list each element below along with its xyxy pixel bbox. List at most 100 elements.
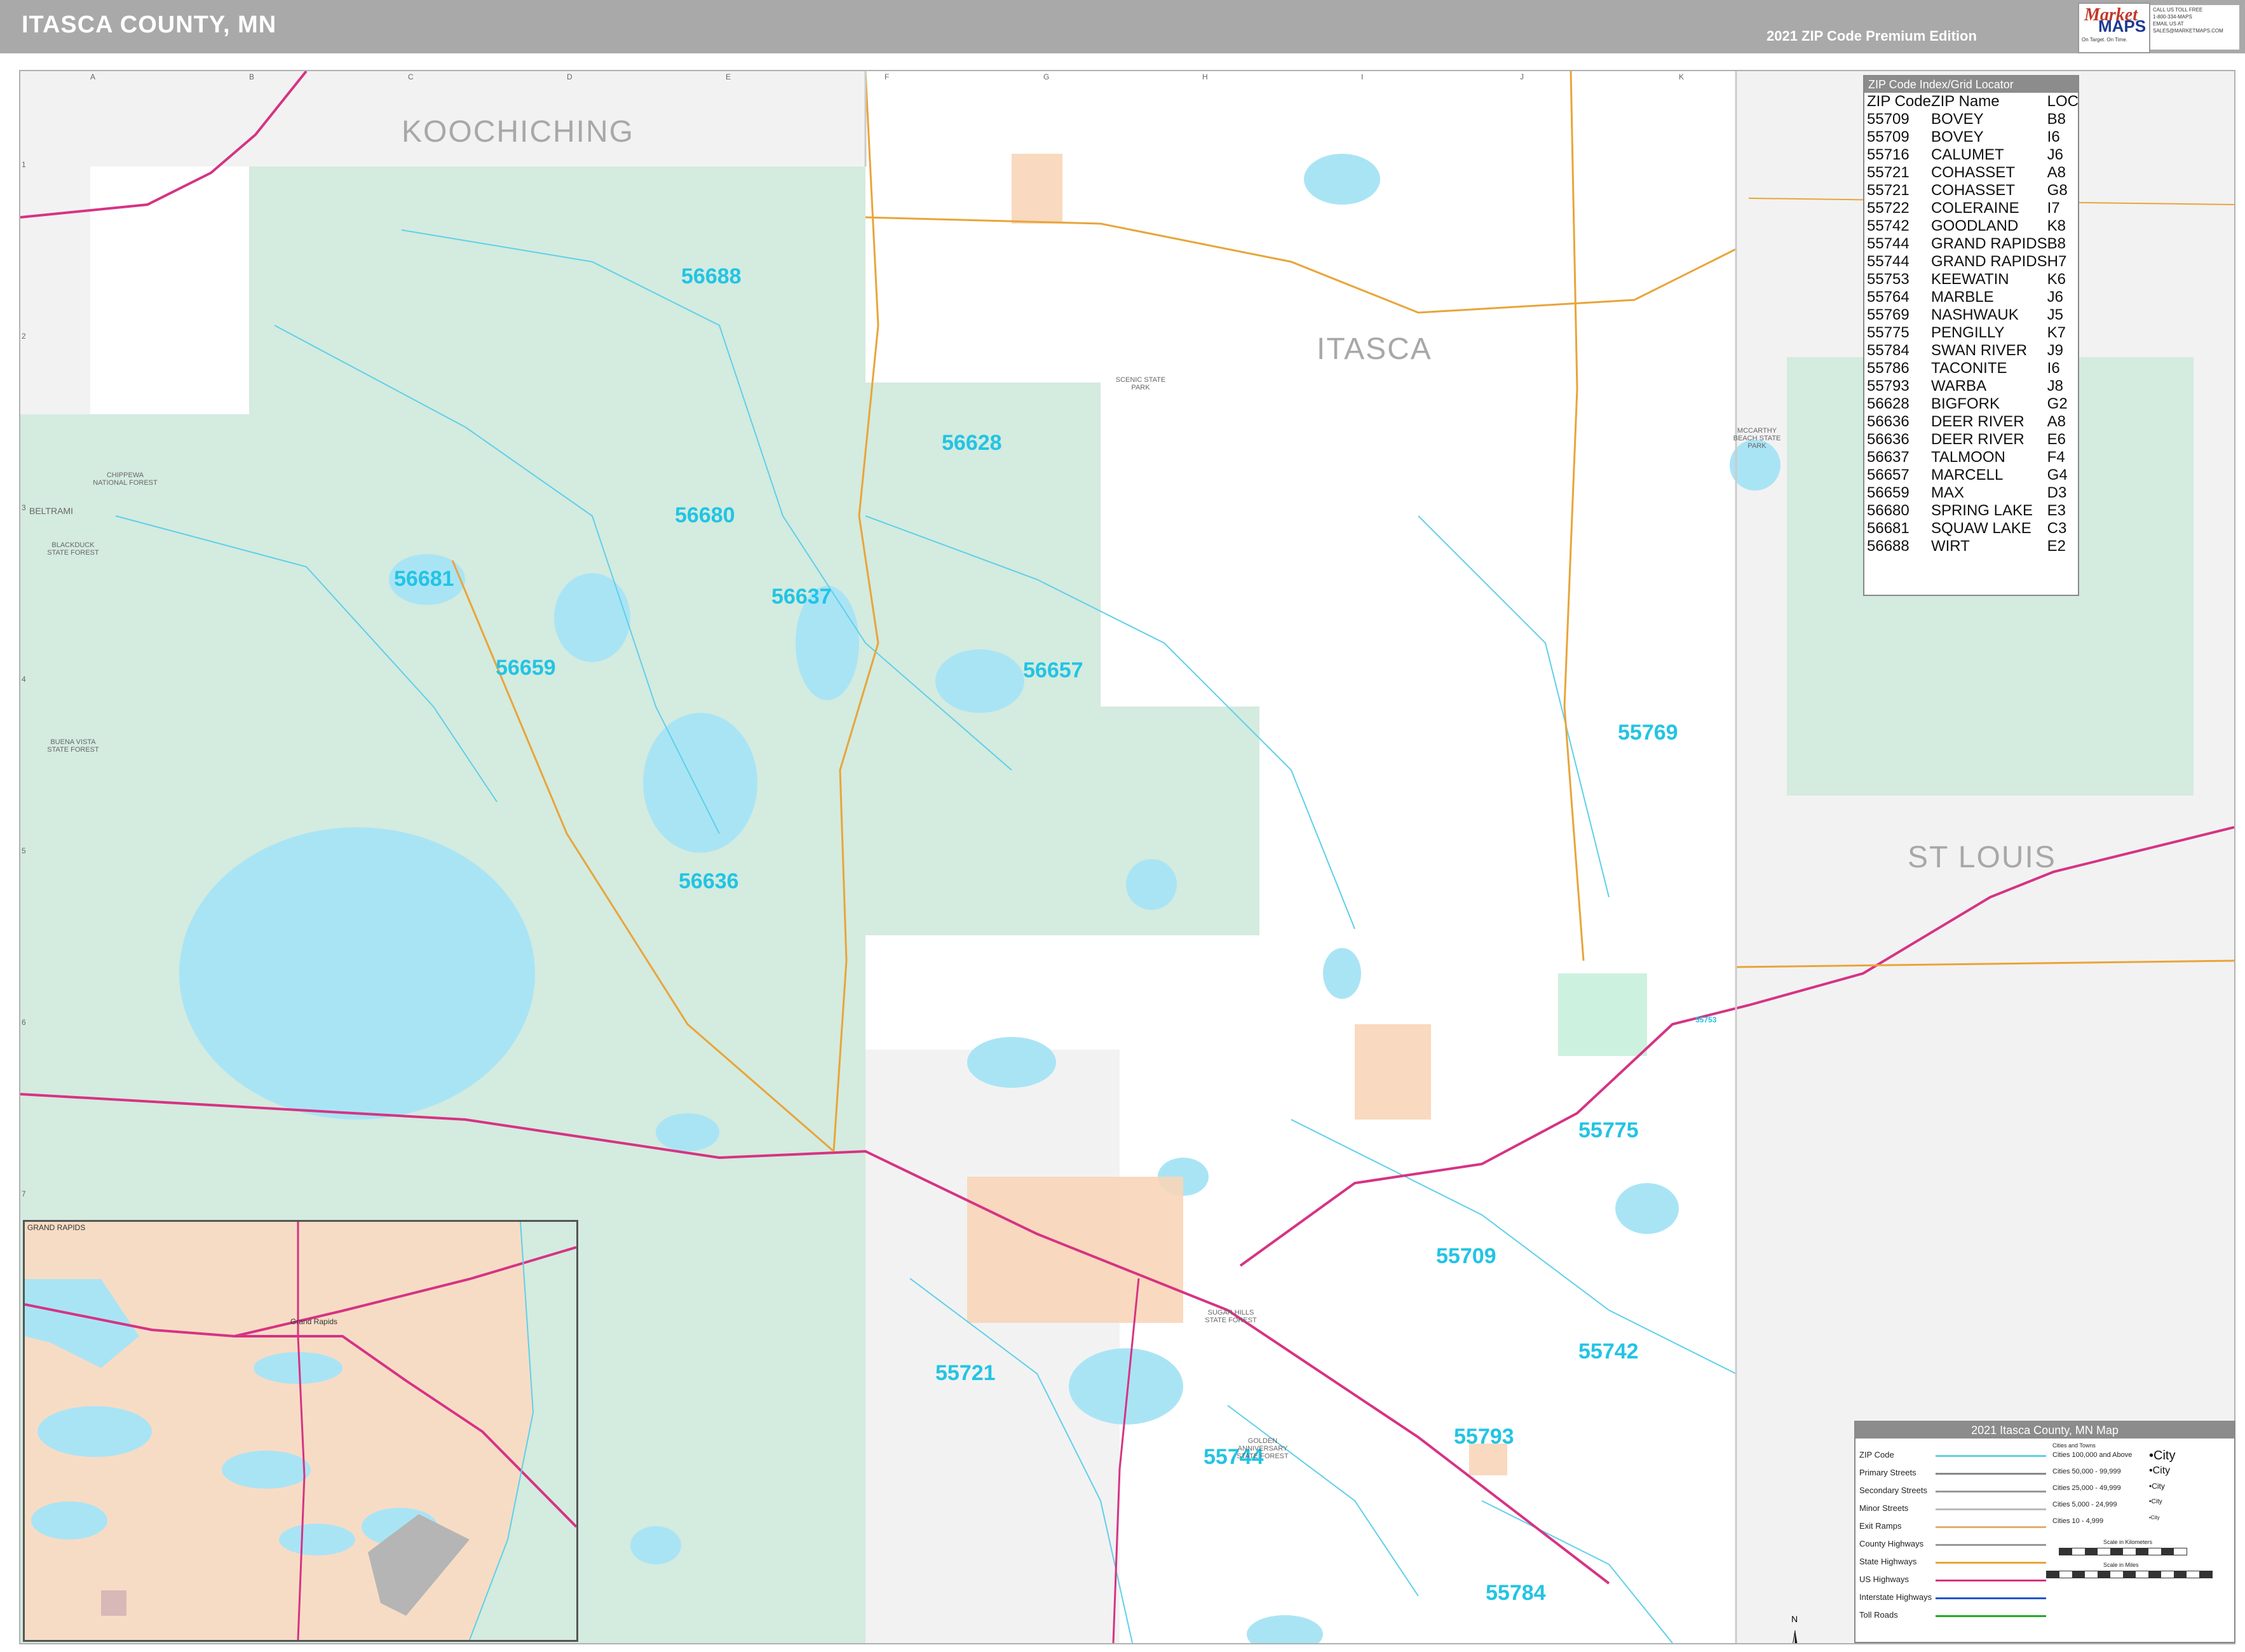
zip-label: 56636 [679,869,739,893]
zip-index-row: 56657 MARCELL G4 [1867,466,2079,484]
zip-index-row: 55709 BOVEY B8 [1867,111,2079,128]
loc-cell: G8 [2047,182,2068,199]
loc-cell: I7 [2047,200,2060,217]
loc-cell: A8 [2047,413,2066,430]
grid-letter: G [1043,72,1050,81]
inset-svg [25,1222,576,1640]
zip-code-cell: 55769 [1867,306,1909,323]
loc-cell: I6 [2047,128,2060,146]
zip-label: 55742 [1578,1339,1639,1364]
lake-dixon [935,649,1024,713]
legend-panel: 2021 Itasca County, MN Map ZIP Code Prima… [1854,1421,2235,1643]
lake-ball-club [656,1113,719,1151]
inset-lake-7 [279,1524,355,1555]
zip-index-row: 55742 GOODLAND K8 [1867,217,2079,235]
zip-name-cell: TALMOON [1930,449,2005,466]
loc-cell: B8 [2047,111,2066,128]
zip-code-cell: 55709 [1867,128,1909,146]
lake-trout [967,1037,1056,1088]
legend-line-swatch [1936,1562,2046,1564]
zip-label: 56637 [771,585,832,609]
legend-item-label: ZIP Code [1859,1450,1894,1459]
loc-cell: D3 [2047,484,2067,501]
zip-index-row: 56659 MAX D3 [1867,484,2079,502]
inset-town-label: Grand Rapids [290,1317,338,1326]
zip-name-cell: SWAN RIVER [1930,342,2028,359]
zip-label: 55769 [1618,721,1678,745]
zip-index-row: 56680 SPRING LAKE E3 [1867,502,2079,520]
lake-small-1 [1126,859,1177,910]
zip-index-row: 55764 MARBLE J6 [1867,288,2079,306]
loc-cell: I6 [2047,360,2060,377]
lake-inset-adj [630,1526,681,1564]
legend-city-symbol: •City [2149,1465,2171,1476]
inset-highway-38 [297,1222,306,1640]
zip-name-cell: KEEWATIN [1930,271,2009,288]
zip-code-cell: 55721 [1867,182,1909,199]
grid-letter: I [1361,72,1364,81]
loc-cell: J5 [2047,306,2064,323]
grid-number: 5 [22,846,26,855]
zip-name-cell: PENGILLY [1930,324,2005,341]
loc-cell: B8 [2047,235,2066,252]
scale-km-label: Scale in Kilometers [2103,1539,2153,1545]
zip-code-cell: 55786 [1867,360,1909,377]
zip-index-row: 55744 GRAND RAPIDS B8 [1867,235,2079,253]
zip-name-cell: NASHWAUK [1930,306,2019,323]
zip-code-cell: 55753 [1867,271,1909,288]
header-cell: LOC [2047,93,2079,110]
zip-code-cell: 55744 [1867,235,1909,252]
grid-letter: D [567,72,573,81]
zip-label: 55784 [1486,1581,1546,1605]
forest-label: BLACKDUCK STATE FOREST [47,541,99,557]
zip-index-table: ZIP Code ZIP Name LOC 55709 BOVEY B8 55709 B… [1867,93,2079,555]
zip-name-cell: TACONITE [1930,360,2007,377]
inset-lake-3 [37,1406,152,1457]
contact-line: SALES@MARKETMAPS.COM [2153,28,2223,34]
zip-code-cell: 56637 [1867,449,1909,466]
legend-item-label: Interstate Highways [1859,1592,1932,1602]
zip-label: 55721 [935,1361,996,1385]
title-bar: ITASCA COUNTY, MN 2021 ZIP Code Premium … [0,0,2245,53]
lake-winnibigoshish [179,827,535,1120]
zip-code-cell: 56681 [1867,520,1909,537]
loc-cell: G4 [2047,466,2068,484]
legend-line-swatch [1936,1597,2046,1599]
loc-cell: J6 [2047,288,2064,306]
zip-label: 56628 [942,431,1002,455]
legend-city-symbol: •City [2149,1515,2160,1520]
zip-code-cell: 56636 [1867,413,1909,430]
legend-item-label: State Highways [1859,1557,1917,1566]
scale-mi-label: Scale in Miles [2103,1562,2139,1568]
grid-letter: C [408,72,414,81]
zip-label: 56680 [675,503,735,527]
zip-code-cell: 56628 [1867,395,1909,412]
grid-letter: E [726,72,731,81]
zip-name-cell: SQUAW LAKE [1930,520,2031,537]
zip-name-cell: MARBLE [1930,288,1994,306]
legend-item-label: Primary Streets [1859,1468,1916,1477]
zip-label: 55709 [1436,1244,1496,1268]
inset-lake-6 [31,1501,107,1540]
zip-name-cell: WIRT [1930,538,1970,555]
zip-index-row: 55753 KEEWATIN K6 [1867,271,2079,288]
header-cell: ZIP Name [1930,93,2000,110]
zip-index-row: 55784 SWAN RIVER J9 [1867,342,2079,360]
legend-line-swatch [1936,1544,2046,1546]
legend-city-symbol: •City [2149,1449,2176,1463]
region-label-itasca: ITASCA [1317,332,1432,366]
compass-north: N [1791,1614,1798,1624]
loc-cell: F4 [2047,449,2065,466]
zip-index-row: 56628 BIGFORK G2 [1867,395,2079,413]
inset-map-grand-rapids[interactable]: GRAND RAPIDS Grand Rapids [23,1220,578,1642]
zip-index-row: 55722 COLERAINE I7 [1867,200,2079,217]
logo-line2: MAPS [2098,17,2147,36]
legend-city-symbol: •City [2149,1498,2162,1505]
legend-line-swatch [1936,1491,2046,1493]
zip-index-row: 55744 GRAND RAPIDS H7 [1867,253,2079,271]
legend-item-label: County Highways [1859,1539,1924,1548]
grid-letter: K [1679,72,1685,81]
loc-cell: J8 [2047,377,2064,395]
region-label-beltrami: BELTRAMI [29,506,73,516]
grid-letter: H [1202,72,1208,81]
